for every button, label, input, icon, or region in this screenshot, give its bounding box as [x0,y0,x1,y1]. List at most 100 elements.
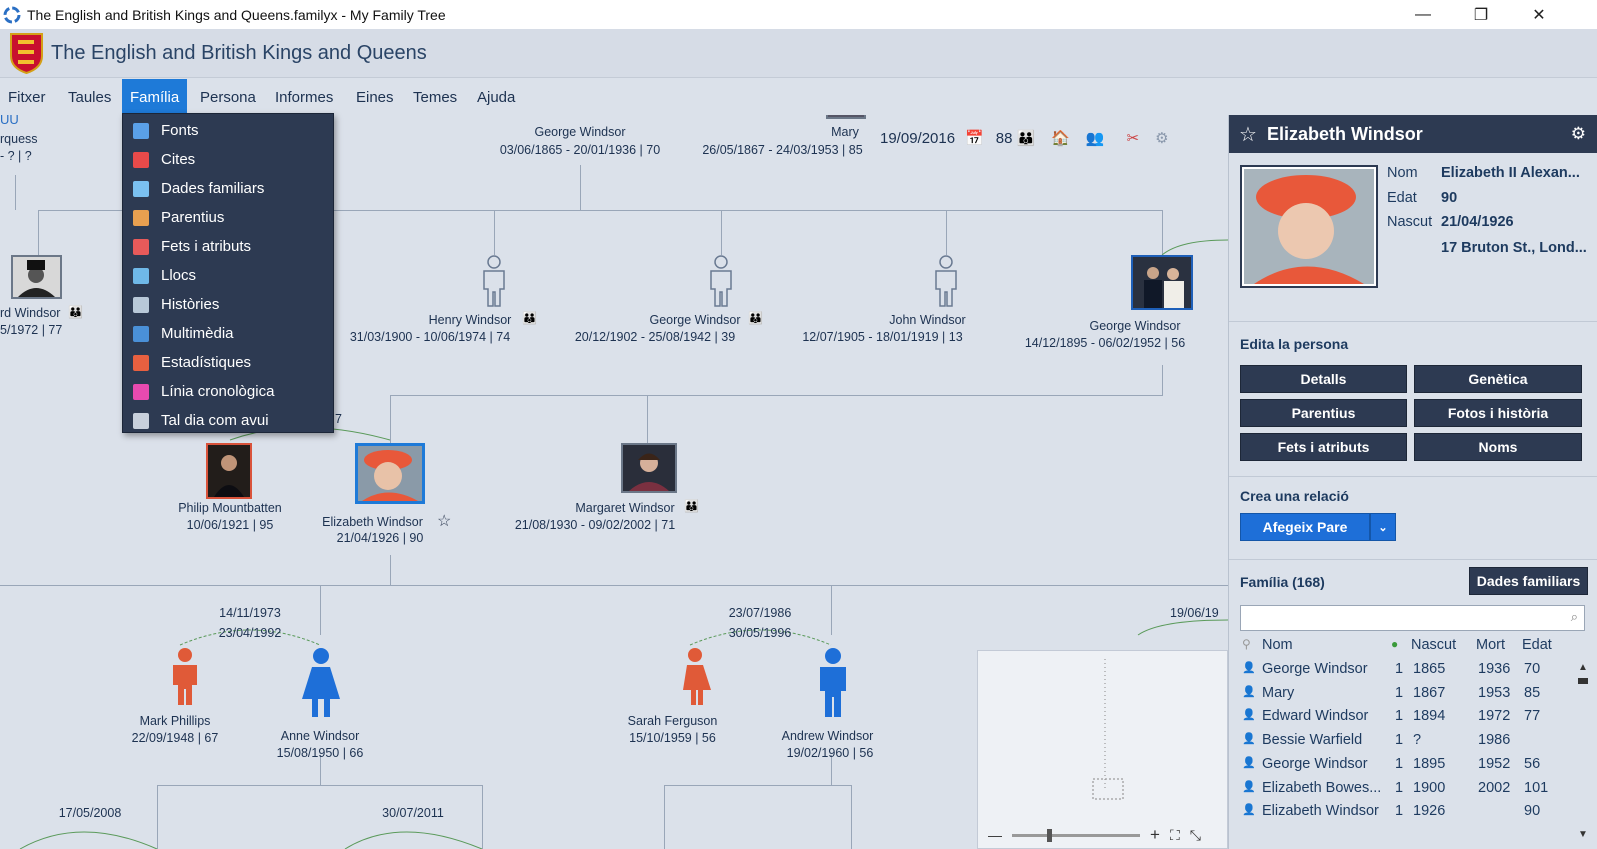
gear-icon[interactable]: ⚙ [1571,124,1586,144]
dropdown-item-dades-familiars[interactable]: Dades familiars [123,174,335,203]
zoom-out-icon[interactable]: — [988,827,1002,843]
female-figure-icon[interactable] [678,648,712,706]
dropdown-item-parentius[interactable]: Parentius [123,203,335,232]
person-name[interactable]: Mary [820,125,870,139]
dropdown-item-multimedia[interactable]: Multimèdia [123,319,335,348]
star-icon[interactable]: ☆ [437,511,451,531]
person-name[interactable]: Sarah Ferguson [615,714,730,728]
scroll-down-icon[interactable]: ▼ [1578,829,1588,840]
male-silhouette-icon[interactable] [932,255,960,307]
zoom-slider[interactable] [1012,828,1140,842]
person-photo-margaret[interactable] [621,443,677,493]
genetics-button[interactable]: Genètica [1414,365,1582,393]
family-table-row[interactable]: 👤 George Windsor 1 1865 1936 70 [1240,658,1595,682]
family-table-scrollbar[interactable]: ▲ ▼ [1578,660,1592,840]
add-relation-dropdown[interactable]: ⌄ [1370,513,1396,541]
person-name[interactable]: rd Windsor [0,306,60,320]
menu-eines[interactable]: Eines [348,79,402,115]
calendar-icon[interactable]: 📅 [965,129,984,147]
dropdown-item-tal-dia[interactable]: Tal dia com avui [123,406,335,435]
family-table-row[interactable]: 👤 Elizabeth Windsor 1 1926 90 [1240,800,1595,824]
col-edat[interactable]: Edat [1522,637,1552,653]
person-name[interactable]: George Windsor [515,125,645,139]
menu-taules[interactable]: Taules [60,79,119,115]
zoom-slider-thumb[interactable] [1047,828,1052,842]
family-group-icon[interactable]: 👪 [522,311,537,325]
people-icon[interactable]: 👪 [1016,129,1035,147]
dropdown-item-estadistiques[interactable]: Estadístiques [123,348,335,377]
person-name[interactable]: John Windsor [870,313,985,327]
col-mort[interactable]: Mort [1476,637,1505,653]
relatives-button[interactable]: Parentius [1240,399,1407,427]
close-button[interactable]: ✕ [1510,0,1568,29]
person-photo-edward[interactable] [11,255,62,299]
menu-ajuda[interactable]: Ajuda [469,79,523,115]
dropdown-item-cites[interactable]: Cites [123,145,335,174]
person-name[interactable]: George Windsor [640,313,750,327]
tree-minimap[interactable]: — + ⛶ ⤡ [977,650,1228,849]
family-group-icon[interactable]: 👪 [684,499,699,513]
add-parent-button[interactable]: Afegeix Pare [1240,513,1370,541]
fit-screen-icon[interactable]: ⛶ [1170,827,1180,844]
female-figure-icon[interactable] [300,648,342,718]
family-table-row[interactable]: 👤 George Windsor 1 1895 1952 56 [1240,753,1595,777]
male-figure-icon[interactable] [168,648,202,706]
person-photo-george-vi[interactable] [1131,255,1193,310]
family-search-field[interactable]: ⌕ [1240,605,1585,631]
names-button[interactable]: Noms [1414,433,1582,461]
col-nascut[interactable]: Nascut [1411,637,1456,653]
dropdown-item-llocs[interactable]: Llocs [123,261,335,290]
minimize-button[interactable]: — [1394,0,1452,29]
person-name[interactable]: Anne Windsor [265,729,375,743]
menu-informes[interactable]: Informes [267,79,341,115]
menu-temes[interactable]: Temes [405,79,465,115]
family-group-icon[interactable]: 👪 [68,305,83,319]
dropdown-item-linia-cronologica[interactable]: Línia cronològica [123,377,335,406]
dropdown-item-fets-atributs[interactable]: Fets i atributs [123,232,335,261]
male-silhouette-icon[interactable] [707,255,735,307]
menu-persona[interactable]: Persona [192,79,264,115]
person-name[interactable]: Andrew Windsor [765,729,890,743]
restore-button[interactable]: ❐ [1452,0,1510,29]
dropdown-item-histories[interactable]: Històries [123,290,335,319]
menu-fitxer[interactable]: Fitxer [0,79,54,115]
living-status-icon[interactable]: ● [1391,637,1398,651]
search-icon[interactable]: ⌕ [1571,609,1578,625]
family-search-input[interactable] [1241,606,1551,630]
person-photo-mary[interactable] [826,115,866,119]
male-figure-icon[interactable] [815,648,851,718]
family-data-button[interactable]: Dades familiars [1469,567,1588,595]
facts-attributes-button[interactable]: Fets i atributs [1240,433,1407,461]
tree-view-icon[interactable]: 👥 [1086,129,1105,147]
person-photo-philip[interactable] [206,443,252,499]
panel-photo[interactable] [1240,165,1378,288]
person-name[interactable]: Elizabeth Windsor [310,515,435,529]
person-name[interactable]: Henry Windsor [420,313,520,327]
family-table-row[interactable]: 👤 Edward Windsor 1 1894 1972 77 [1240,705,1595,729]
dropdown-item-fonts[interactable]: Fonts [123,116,335,145]
family-table-row[interactable]: 👤 Mary 1 1867 1953 85 [1240,682,1595,706]
person-name[interactable]: Mark Phillips [125,714,225,728]
sort-icon[interactable]: ⚲ [1242,637,1251,651]
tools-icon[interactable]: ✂ [1127,129,1140,147]
family-table-row[interactable]: 👤 Bessie Warfield 1? 1986 [1240,729,1595,753]
person-photo-elizabeth[interactable] [355,443,425,504]
details-button[interactable]: Detalls [1240,365,1407,393]
scroll-thumb[interactable] [1578,678,1588,684]
settings-icon[interactable]: ⚙ [1155,129,1168,147]
photos-story-button[interactable]: Fotos i història [1414,399,1582,427]
person-name[interactable]: George Windsor [1075,319,1195,333]
scroll-up-icon[interactable]: ▲ [1578,662,1588,673]
male-silhouette-icon[interactable] [480,255,508,307]
star-icon[interactable]: ☆ [1239,122,1257,147]
person-name[interactable]: Margaret Windsor [560,501,690,515]
family-table-row[interactable]: 👤 Elizabeth Bowes... 1 1900 2002 101 [1240,777,1595,801]
expand-icon[interactable]: ⤡ [1190,827,1201,844]
home-icon[interactable]: 🏠 [1051,129,1070,147]
tree-link[interactable]: UU [0,115,19,127]
menu-familia[interactable]: Família [122,79,188,115]
col-nom[interactable]: Nom [1262,637,1293,653]
person-name[interactable]: Philip Mountbatten [135,501,325,515]
family-group-icon[interactable]: 👪 [748,311,763,325]
zoom-in-icon[interactable]: + [1150,825,1160,845]
